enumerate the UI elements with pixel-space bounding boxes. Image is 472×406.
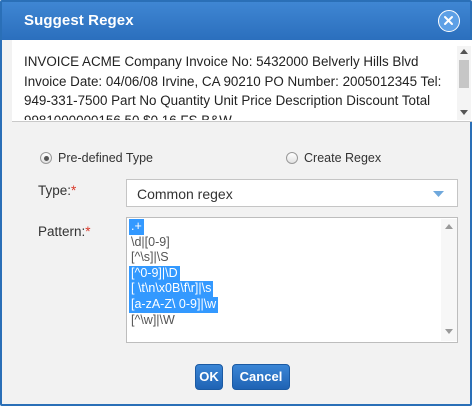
scroll-thumb[interactable]	[459, 60, 469, 88]
pattern-option-text: [ \t\n\x0B\f\r]|\s	[129, 281, 214, 297]
pattern-option[interactable]: [ \t\n\x0B\f\r]|\s	[128, 281, 428, 297]
sample-scrollbar[interactable]	[457, 46, 471, 120]
scroll-up-icon[interactable]	[460, 48, 468, 54]
pattern-option-text: .+	[129, 219, 144, 235]
dialog-titlebar[interactable]: Suggest Regex	[2, 2, 470, 40]
pattern-option[interactable]: [a-zA-Z\ 0-9]|\w	[128, 296, 428, 313]
pattern-scrollbar[interactable]	[441, 219, 457, 341]
pattern-option[interactable]: [^\s]|\S	[128, 250, 428, 266]
radio-predefined-type[interactable]: Pre-defined Type	[40, 150, 153, 166]
dialog-title: Suggest Regex	[24, 12, 134, 29]
pattern-option-text: \d|[0-9]	[131, 234, 170, 249]
chevron-down-icon[interactable]	[433, 191, 444, 198]
pattern-label: Pattern:*	[38, 224, 91, 239]
radio-unchecked-icon[interactable]	[286, 152, 298, 164]
type-select-value: Common regex	[137, 186, 233, 202]
pattern-option-text: [^\s]|\S	[131, 250, 169, 265]
type-label-text: Type:	[38, 183, 72, 198]
sample-text: INVOICE ACME Company Invoice No: 5432000…	[24, 54, 442, 120]
cancel-button[interactable]: Cancel	[232, 364, 290, 390]
pattern-option-text: [^0-9]|\D	[129, 265, 180, 282]
radio-predefined-label: Pre-defined Type	[58, 151, 153, 165]
radio-create-regex[interactable]: Create Regex	[286, 150, 381, 166]
required-mark: *	[85, 224, 91, 239]
required-mark: *	[71, 183, 77, 198]
type-select[interactable]: Common regex	[126, 179, 458, 207]
scroll-up-icon[interactable]	[445, 223, 453, 229]
close-icon[interactable]	[438, 10, 460, 32]
pattern-option[interactable]: .+	[128, 219, 428, 235]
type-label: Type:*	[38, 183, 76, 198]
radio-create-label: Create Regex	[304, 151, 382, 165]
pattern-option[interactable]: \d|[0-9]	[128, 235, 428, 251]
scroll-down-icon[interactable]	[445, 329, 453, 335]
ok-button[interactable]: OK	[195, 364, 223, 390]
pattern-listbox[interactable]: .+ \d|[0-9] [^\s]|\S [^0-9]|\D[ \t\n\x0B\f\…	[126, 217, 458, 343]
pattern-items: .+ \d|[0-9] [^\s]|\S [^0-9]|\D[ \t\n\x0B\f\…	[128, 219, 428, 328]
pattern-option[interactable]: [^\w]|\W	[128, 313, 428, 329]
sample-text-area[interactable]: INVOICE ACME Company Invoice No: 5432000…	[12, 40, 472, 122]
pattern-option-text: [^\w]|\W	[131, 312, 175, 327]
pattern-label-text: Pattern:	[38, 224, 86, 239]
suggest-regex-dialog: Suggest Regex INVOICE ACME Company Invoi…	[0, 0, 472, 406]
pattern-option-text: [a-zA-Z\ 0-9]|\w	[129, 296, 219, 313]
pattern-option[interactable]: [^0-9]|\D	[128, 265, 428, 282]
radio-checked-icon[interactable]	[40, 152, 52, 164]
scroll-down-icon[interactable]	[460, 110, 468, 116]
